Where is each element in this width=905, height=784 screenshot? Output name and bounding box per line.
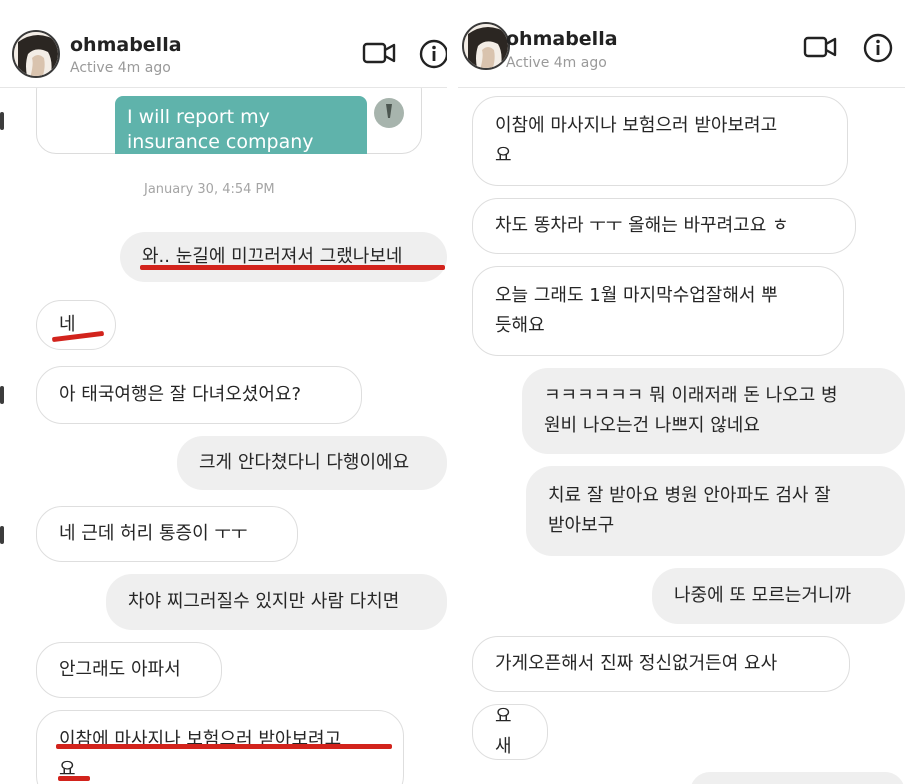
username[interactable]: ohmabella (506, 28, 618, 50)
message-text: 안그래도 아파서 (59, 659, 181, 680)
message-text: 치료 잘 받아요 병원 안아파도 검사 잘 받아보구 (548, 485, 831, 536)
message-text: ㅋㅋㅋㅋㅋㅋ 뭐 이래저래 돈 나오고 병 원비 나오는건 나쁘지 않네요 (544, 385, 838, 436)
received-message[interactable]: 네 (36, 300, 116, 350)
received-message[interactable]: 요새 (472, 704, 548, 760)
shared-message-text: I will report my insurance company (127, 106, 314, 153)
sent-message[interactable] (690, 772, 905, 784)
shared-message-bubble: I will report my insurance company (115, 96, 367, 154)
avatar[interactable] (462, 22, 510, 70)
cropped-avatar-edge (0, 112, 4, 130)
message-text: 크게 안다쳤다니 다행이에요 (199, 452, 410, 473)
received-message[interactable]: 오늘 그래도 1월 마지막수업잘해서 뿌 듯해요 (472, 266, 844, 356)
active-status: Active 4m ago (506, 55, 607, 71)
message-text: 나중에 또 모르는거니까 (674, 585, 852, 606)
right-screenshot: ohmabella Active 4m ago 이참에 마사지나 보험으러 받아… (458, 0, 905, 784)
info-icon[interactable] (418, 38, 447, 69)
video-call-icon[interactable] (803, 32, 837, 62)
cropped-avatar-edge (0, 526, 4, 544)
received-message[interactable]: 안그래도 아파서 (36, 642, 222, 698)
cropped-avatar-edge (0, 386, 4, 404)
red-underline (58, 776, 90, 781)
timestamp: January 30, 4:54 PM (144, 182, 275, 197)
sent-message[interactable]: ㅋㅋㅋㅋㅋㅋ 뭐 이래저래 돈 나오고 병 원비 나오는건 나쁘지 않네요 (522, 368, 905, 454)
message-text: 아 태국여행은 잘 다녀오셨어요? (59, 384, 301, 405)
message-text: 오늘 그래도 1월 마지막수업잘해서 뿌 듯해요 (495, 285, 778, 336)
red-underline (56, 744, 392, 749)
sent-message[interactable]: 나중에 또 모르는거니까 (652, 568, 905, 624)
received-message[interactable]: 가게오픈해서 진짜 정신없거든여 요사 (472, 636, 850, 692)
red-underline (140, 265, 445, 270)
received-message[interactable]: 이참에 마사지나 보험으러 받아보려고 요 (472, 96, 848, 186)
sent-message[interactable]: 치료 잘 받아요 병원 안아파도 검사 잘 받아보구 (526, 466, 905, 556)
active-status: Active 4m ago (70, 60, 171, 76)
message-text: 차야 찌그러질수 있지만 사람 다치면 (128, 591, 400, 612)
info-icon[interactable] (862, 32, 894, 63)
sent-message[interactable]: 차야 찌그러질수 있지만 사람 다치면 (106, 574, 447, 630)
video-call-icon[interactable] (362, 38, 396, 68)
left-screenshot: ohmabella Active 4m ago I will report my… (0, 0, 447, 784)
received-message[interactable]: 아 태국여행은 잘 다녀오셨어요? (36, 366, 362, 424)
message-text: 가게오픈해서 진짜 정신없거든여 요사 (495, 653, 778, 674)
username[interactable]: ohmabella (70, 34, 182, 56)
received-message[interactable]: 네 근데 허리 통증이 ㅜㅜ (36, 506, 298, 562)
message-text: 이참에 마사지나 보험으러 받아보려고 요 (495, 115, 778, 166)
sent-message[interactable]: 와.. 눈길에 미끄러져서 그랬나보네 (120, 232, 447, 282)
message-text: 네 근데 허리 통증이 ㅜㅜ (59, 523, 248, 544)
message-text: 차도 똥차라 ㅜㅜ 올해는 바꾸려고요 ㅎ (495, 215, 789, 236)
small-avatar (374, 98, 404, 128)
message-text: 요새 (495, 706, 512, 757)
chat-header: ohmabella Active 4m ago (0, 0, 447, 88)
received-message[interactable]: 차도 똥차라 ㅜㅜ 올해는 바꾸려고요 ㅎ (472, 198, 856, 254)
avatar[interactable] (12, 30, 60, 78)
chat-header: ohmabella Active 4m ago (458, 0, 905, 88)
message-text: 이참에 마사지나 보험으러 받아보려고 요 (59, 729, 342, 780)
sent-message[interactable]: 크게 안다쳤다니 다행이에요 (177, 436, 447, 490)
panel-divider (447, 0, 458, 784)
